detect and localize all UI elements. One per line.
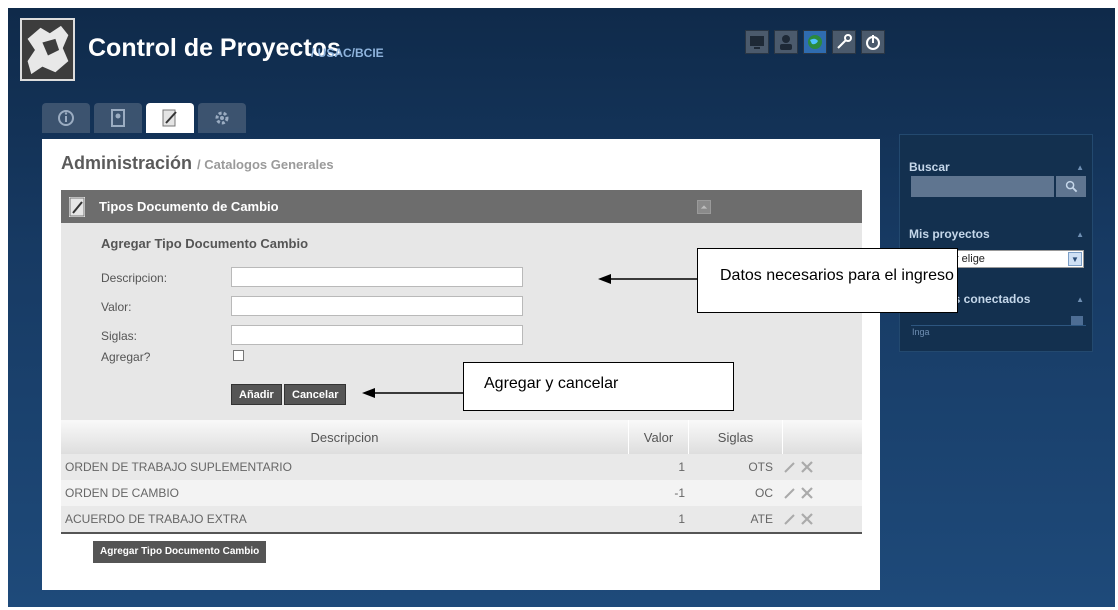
app-subtitle: / USAC/BCIE	[311, 46, 384, 60]
col-siglas[interactable]: Siglas	[689, 420, 783, 454]
cell-valor: -1	[674, 486, 685, 500]
tab-badge[interactable]	[94, 103, 142, 133]
label-agregar: Agregar?	[101, 350, 151, 364]
table-body: ORDEN DE TRABAJO SUPLEMENTARIO 1 OTS ORD…	[61, 454, 862, 532]
cell-descripcion: ACUERDO DE TRABAJO EXTRA	[65, 512, 247, 526]
cell-siglas: OTS	[748, 460, 773, 474]
agregar-checkbox[interactable]	[233, 350, 244, 361]
pencil-icon[interactable]	[783, 460, 797, 474]
descripcion-input[interactable]	[231, 267, 523, 287]
delete-icon[interactable]	[800, 512, 814, 526]
edit-icon	[162, 109, 177, 127]
main-tabs	[42, 103, 246, 133]
wrench-icon[interactable]	[832, 30, 856, 54]
tab-edit[interactable]	[146, 103, 194, 133]
arrow-left-icon	[598, 274, 698, 284]
app-title: Control de Proyectos	[88, 34, 341, 62]
delete-icon[interactable]	[800, 486, 814, 500]
cancel-button[interactable]: Cancelar	[284, 384, 347, 405]
col-descripcion[interactable]: Descripcion	[61, 420, 629, 454]
row-actions	[783, 506, 862, 532]
callout-agregar: Agregar y cancelar	[463, 362, 734, 411]
col-actions	[783, 420, 862, 454]
main-content: Administración / Catalogos Generales Tip…	[42, 139, 880, 590]
info-icon	[58, 110, 74, 126]
power-icon[interactable]	[861, 30, 885, 54]
breadcrumb: / Catalogos Generales	[197, 157, 334, 172]
projects-title: Mis proyectos	[909, 227, 990, 241]
cell-descripcion: ORDEN DE TRABAJO SUPLEMENTARIO	[65, 460, 292, 474]
tipos-table: Descripcion Valor Siglas ORDEN DE TRABAJ…	[61, 420, 862, 534]
collapse-projects-icon[interactable]: ▲	[1076, 230, 1084, 239]
panel-header: Tipos Documento de Cambio	[61, 190, 862, 223]
siglas-input[interactable]	[231, 325, 523, 345]
monitor-icon[interactable]	[745, 30, 769, 54]
panel-title: Tipos Documento de Cambio	[99, 199, 279, 214]
user-icon[interactable]	[774, 30, 798, 54]
collapse-button[interactable]	[697, 200, 711, 214]
search-input[interactable]	[911, 176, 1054, 197]
tab-info[interactable]	[42, 103, 90, 133]
badge-icon	[111, 109, 125, 127]
row-actions	[783, 454, 862, 480]
collapse-online-icon[interactable]: ▲	[1076, 295, 1084, 304]
page-title: Administración / Catalogos Generales	[61, 153, 334, 174]
right-sidebar: Buscar ▲ Mis proyectos ▲ Por favor elige…	[899, 134, 1093, 352]
cell-descripcion: ORDEN DE CAMBIO	[65, 486, 180, 500]
table-header: Descripcion Valor Siglas	[61, 420, 862, 454]
online-divider	[911, 325, 1086, 326]
top-toolbar	[745, 30, 885, 54]
table-row: ORDEN DE CAMBIO -1 OC	[61, 480, 862, 506]
online-user: Inga	[912, 327, 930, 337]
search-title: Buscar	[909, 160, 950, 174]
valor-input[interactable]	[231, 296, 523, 316]
label-siglas: Siglas:	[101, 329, 138, 343]
row-actions	[783, 480, 862, 506]
form-title: Agregar Tipo Documento Cambio	[101, 236, 309, 251]
chevron-down-icon: ▼	[1068, 252, 1082, 266]
add-button[interactable]: Añadir	[231, 384, 282, 405]
callout-datos: Datos necesarios para el ingreso	[697, 248, 958, 313]
cell-siglas: OC	[755, 486, 773, 500]
pencil-icon[interactable]	[783, 512, 797, 526]
edit-icon	[69, 196, 85, 217]
chat-icon[interactable]	[1071, 316, 1083, 325]
search-button[interactable]	[1056, 176, 1086, 197]
arrow-left-icon	[362, 388, 464, 398]
table-divider	[61, 532, 862, 534]
table-row: ACUERDO DE TRABAJO EXTRA 1 ATE	[61, 506, 862, 532]
col-valor[interactable]: Valor	[629, 420, 689, 454]
globe-icon[interactable]	[803, 30, 827, 54]
tab-settings[interactable]	[198, 103, 246, 133]
chevron-up-icon	[700, 205, 708, 209]
add-tipo-documento-button[interactable]: Agregar Tipo Documento Cambio	[93, 541, 267, 563]
settings-icon	[215, 111, 229, 125]
collapse-search-icon[interactable]: ▲	[1076, 163, 1084, 172]
search-icon	[1065, 180, 1077, 193]
page-title-text: Administración	[61, 153, 193, 173]
app-logo	[20, 18, 75, 81]
cell-valor: 1	[678, 512, 685, 526]
cell-valor: 1	[678, 460, 685, 474]
label-valor: Valor:	[101, 300, 132, 314]
label-descripcion: Descripcion:	[101, 271, 168, 285]
cell-siglas: ATE	[750, 512, 773, 526]
delete-icon[interactable]	[800, 460, 814, 474]
table-row: ORDEN DE TRABAJO SUPLEMENTARIO 1 OTS	[61, 454, 862, 480]
pencil-icon[interactable]	[783, 486, 797, 500]
